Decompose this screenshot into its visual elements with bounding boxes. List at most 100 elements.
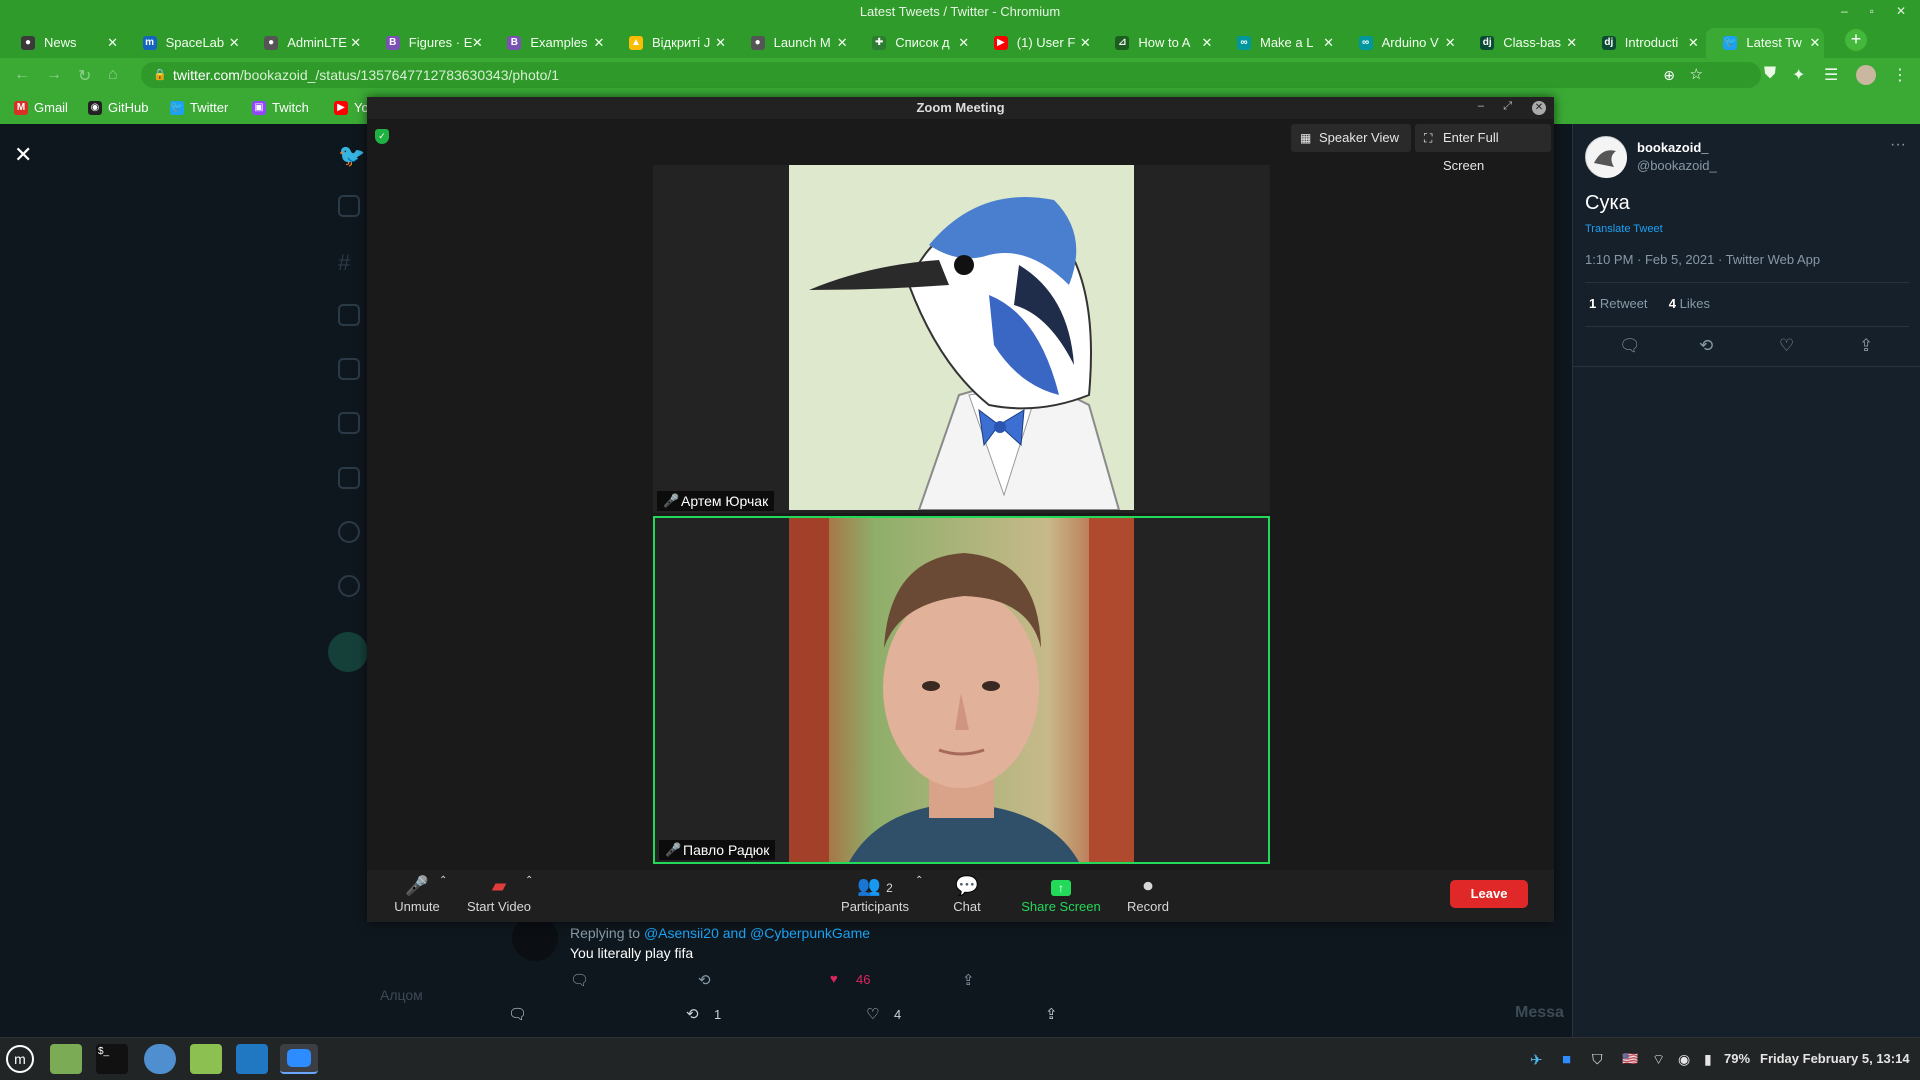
bookmark-github[interactable]: ◉ GitHub (88, 100, 148, 115)
tab-3[interactable]: ● AdminLTE ✕ (247, 28, 365, 58)
bookmarks-icon[interactable] (338, 412, 360, 434)
profile-icon[interactable] (338, 521, 360, 543)
zoom-close-icon[interactable]: ✕ (1532, 101, 1546, 115)
tab-close-icon[interactable]: ✕ (958, 28, 969, 58)
chromium-icon[interactable] (144, 1044, 176, 1074)
tweet-compose-button[interactable] (328, 632, 368, 672)
bookmark-gmail[interactable]: M Gmail (14, 100, 68, 115)
tab-6[interactable]: ▲ Відкриті J ✕ (612, 28, 730, 58)
keyboard-layout-icon[interactable]: 🇺🇸 (1622, 1051, 1638, 1067)
extension-icon[interactable]: ✦ (1792, 65, 1805, 85)
participants-caret-icon[interactable]: ⌃ (915, 875, 923, 886)
share-screen-button[interactable]: ↑ Share Screen (1019, 875, 1103, 914)
reply-icon[interactable]: 🗨 (570, 971, 589, 989)
tab-close-icon[interactable]: ✕ (593, 28, 604, 58)
wifi-icon[interactable]: ⌔ (1652, 1051, 1665, 1069)
reply-icon[interactable]: 🗨 (508, 1005, 527, 1023)
clock[interactable]: Friday February 5, 13:14 (1760, 1051, 1910, 1066)
video-tile[interactable]: 🎤 Артем Юрчак (653, 165, 1270, 513)
tab-4[interactable]: B Figures · E ✕ (369, 28, 487, 58)
tab-8[interactable]: ✚ Список д ✕ (855, 28, 973, 58)
tab-close-icon[interactable]: ✕ (350, 28, 361, 58)
mention-link[interactable]: @Asensii20 (644, 925, 719, 941)
vscode-icon[interactable] (236, 1044, 268, 1074)
tab-10[interactable]: ⊿ How to A ✕ (1098, 28, 1216, 58)
author-name[interactable]: bookazoid_ (1637, 140, 1709, 155)
tab-close-icon[interactable]: ✕ (837, 28, 848, 58)
show-desktop-icon[interactable] (50, 1044, 82, 1074)
sound-icon[interactable]: ◉ (1678, 1051, 1690, 1068)
tab-close-icon[interactable]: ✕ (1201, 28, 1212, 58)
tab-close-icon[interactable]: ✕ (229, 28, 240, 58)
extension-adblock-icon[interactable]: ⛊ (1764, 65, 1776, 83)
home-icon[interactable]: ⌂ (108, 66, 118, 84)
shield-icon[interactable]: ⛉ (1592, 1051, 1603, 1068)
record-button[interactable]: ⏺ Record (1123, 875, 1173, 914)
tab-1[interactable]: ● News ✕ (4, 28, 122, 58)
retweet-icon[interactable]: ⟲ (698, 971, 711, 989)
retweet-icon[interactable]: ⟲ (686, 1005, 699, 1023)
zoom-app-icon[interactable] (280, 1044, 318, 1074)
share-icon[interactable]: ⇪ (1859, 336, 1873, 356)
like-icon[interactable]: ♡ (866, 1005, 879, 1023)
speaker-view-button[interactable]: ▦ Speaker View (1291, 124, 1411, 152)
reply-icon[interactable]: 🗨 (1619, 336, 1641, 356)
tab-close-icon[interactable]: ✕ (1809, 28, 1820, 58)
participants-button[interactable]: 👥 2 Participants (837, 875, 913, 914)
tab-close-icon[interactable]: ✕ (1323, 28, 1334, 58)
leave-meeting-button[interactable]: Leave (1450, 880, 1528, 908)
more-menu-icon[interactable]: ⋮ (1892, 65, 1908, 85)
tab-close-icon[interactable]: ✕ (1445, 28, 1456, 58)
more-options-icon[interactable]: ··· (1890, 136, 1906, 154)
lock-icon[interactable]: 🔒 (153, 62, 167, 88)
tab-14[interactable]: dj Introducti ✕ (1585, 28, 1703, 58)
chat-button[interactable]: 💬 Chat (947, 875, 987, 914)
back-icon[interactable]: ← (14, 66, 30, 84)
translate-link[interactable]: Translate Tweet (1585, 223, 1663, 235)
tab-close-icon[interactable]: ✕ (1688, 28, 1699, 58)
author-handle[interactable]: @bookazoid_ (1637, 158, 1717, 173)
forward-icon[interactable]: → (46, 66, 62, 84)
bookmark-yo[interactable]: ▶ Yo (334, 100, 369, 115)
extensions-menu-icon[interactable]: ☰ (1824, 65, 1838, 85)
security-shield-icon[interactable]: ✓ (375, 129, 389, 144)
notifications-icon[interactable] (338, 304, 360, 326)
telegram-icon[interactable]: ✈ (1530, 1051, 1543, 1069)
tab-close-icon[interactable]: ✕ (1080, 28, 1091, 58)
retweet-label[interactable]: Retweet (1596, 296, 1648, 311)
share-icon[interactable]: ⇪ (962, 971, 975, 989)
full-screen-button[interactable]: ⛶ Enter Full Screen (1415, 124, 1551, 173)
zoom-maximize-icon[interactable]: ⤢ (1503, 100, 1512, 113)
like-icon[interactable]: ♥ (830, 971, 838, 986)
tab-close-icon[interactable]: ✕ (715, 28, 726, 58)
video-tile-active-speaker[interactable]: 🎤 Павло Радюк (653, 516, 1270, 864)
new-tab-button[interactable]: + (1845, 29, 1867, 51)
close-photo-icon[interactable]: ✕ (14, 142, 32, 168)
more-icon[interactable] (338, 575, 360, 597)
minimize-icon[interactable]: – (1841, 0, 1848, 24)
mention-link[interactable]: @CyberpunkGame (750, 925, 870, 941)
tab-9[interactable]: ▶ (1) User F ✕ (977, 28, 1095, 58)
profile-avatar[interactable] (1856, 65, 1876, 85)
unmute-button[interactable]: 🎤 Unmute (391, 875, 443, 914)
tab-7[interactable]: ● Launch M ✕ (734, 28, 852, 58)
tab-13[interactable]: dj Class-bas ✕ (1463, 28, 1581, 58)
reload-icon[interactable]: ↻ (78, 66, 91, 86)
tab-15[interactable]: 🐦 Latest Tw ✕ (1706, 28, 1825, 58)
menu-icon[interactable]: m (6, 1045, 34, 1073)
tab-5[interactable]: B Examples ✕ (490, 28, 608, 58)
maximize-icon[interactable]: ▫ (1870, 0, 1874, 24)
likes-label[interactable]: Likes (1676, 296, 1710, 311)
tab-close-icon[interactable]: ✕ (1566, 28, 1577, 58)
bookmark-star-icon[interactable]: ☆ (1690, 62, 1703, 88)
audio-options-caret-icon[interactable]: ⌃ (439, 875, 447, 886)
like-icon[interactable]: ♡ (1779, 336, 1794, 356)
likes-count[interactable]: 4 (1669, 296, 1676, 311)
zoom-minimize-icon[interactable]: – (1478, 100, 1484, 112)
messages-icon[interactable] (338, 358, 360, 380)
tab-11[interactable]: ∞ Make a L ✕ (1220, 28, 1338, 58)
share-icon[interactable]: ⇪ (1045, 1005, 1058, 1023)
files-icon[interactable] (190, 1044, 222, 1074)
tab-close-icon[interactable]: ✕ (107, 28, 118, 58)
tab-12[interactable]: ∞ Arduino V ✕ (1342, 28, 1460, 58)
